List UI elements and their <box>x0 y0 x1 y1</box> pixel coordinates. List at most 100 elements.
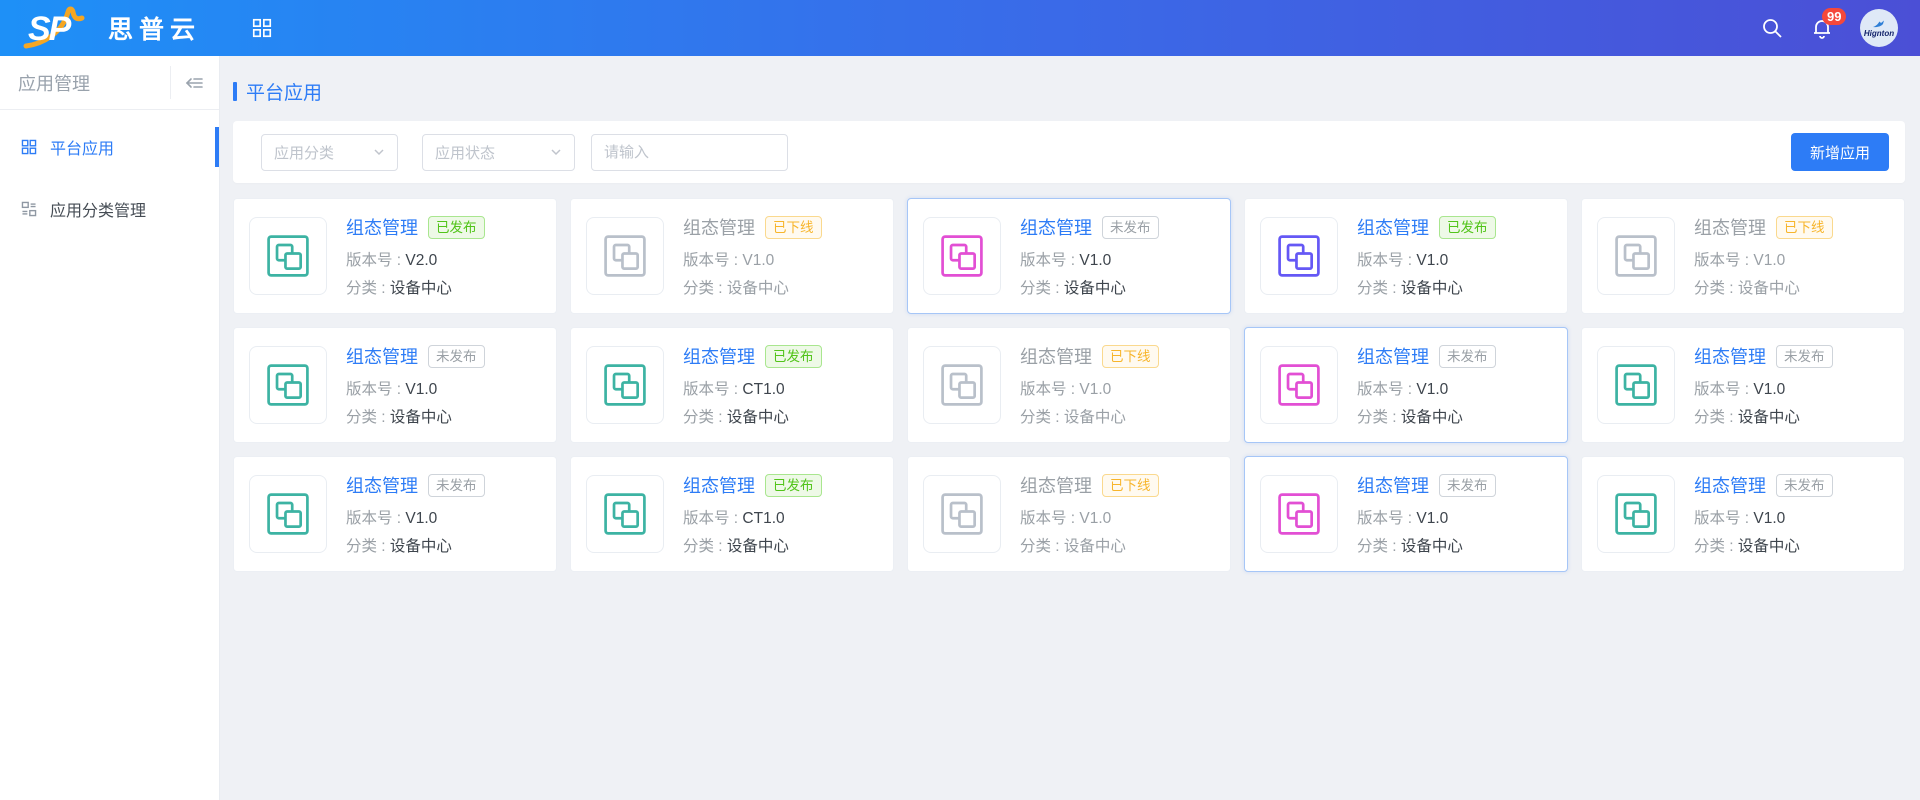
app-scada-icon <box>1609 229 1663 283</box>
app-scada-icon <box>261 487 315 541</box>
category-value: 设备中心 <box>727 409 789 426</box>
app-icon-box <box>923 217 1001 295</box>
app-category-select[interactable]: 应用分类 <box>261 134 398 171</box>
app-icon-box <box>923 346 1001 424</box>
title-accent-bar <box>233 82 237 101</box>
app-card[interactable]: 组态管理 未发布 版本号 : V1.0 分类 : 设备中心 <box>233 456 557 572</box>
category-line: 分类 : 设备中心 <box>1357 534 1496 556</box>
search-icon[interactable] <box>1760 16 1784 40</box>
collapse-sidebar-icon[interactable] <box>183 72 205 94</box>
app-title[interactable]: 组态管理 <box>1357 214 1429 240</box>
app-title[interactable]: 组态管理 <box>1020 214 1092 240</box>
version-value: V1.0 <box>1416 252 1448 269</box>
category-line: 分类 : 设备中心 <box>1020 405 1159 427</box>
version-value: V1.0 <box>405 510 437 527</box>
main-content: 平台应用 应用分类 应用状态 新增应用 <box>220 56 1920 800</box>
version-label: 版本号 : <box>1357 381 1416 398</box>
chevron-down-icon <box>373 146 385 158</box>
category-value: 设备中心 <box>390 538 452 555</box>
app-title[interactable]: 组态管理 <box>1357 472 1429 498</box>
app-title[interactable]: 组态管理 <box>1694 343 1766 369</box>
app-icon-box <box>1260 217 1338 295</box>
category-label: 分类 : <box>683 280 727 297</box>
version-label: 版本号 : <box>683 381 742 398</box>
status-badge: 已发布 <box>1439 216 1496 239</box>
keyword-input[interactable] <box>604 144 775 161</box>
status-badge: 已下线 <box>1102 474 1159 497</box>
app-status-select-placeholder: 应用状态 <box>435 142 495 163</box>
app-status-select[interactable]: 应用状态 <box>422 134 575 171</box>
app-title[interactable]: 组态管理 <box>683 214 755 240</box>
version-label: 版本号 : <box>1020 252 1079 269</box>
category-label: 分类 : <box>346 538 390 555</box>
version-value: CT1.0 <box>742 381 784 398</box>
app-card[interactable]: 组态管理 已发布 版本号 : CT1.0 分类 : 设备中心 <box>570 456 894 572</box>
app-card[interactable]: 组态管理 未发布 版本号 : V1.0 分类 : 设备中心 <box>1244 456 1568 572</box>
app-title[interactable]: 组态管理 <box>683 472 755 498</box>
version-value: V2.0 <box>405 252 437 269</box>
status-badge: 已发布 <box>765 345 822 368</box>
app-category-select-placeholder: 应用分类 <box>274 142 334 163</box>
app-scada-icon <box>1609 487 1663 541</box>
app-card[interactable]: 组态管理 未发布 版本号 : V1.0 分类 : 设备中心 <box>907 198 1231 314</box>
status-badge: 未发布 <box>1439 474 1496 497</box>
category-label: 分类 : <box>1020 409 1064 426</box>
app-title[interactable]: 组态管理 <box>1694 472 1766 498</box>
app-card[interactable]: 组态管理 未发布 版本号 : V1.0 分类 : 设备中心 <box>1581 456 1905 572</box>
app-icon-box <box>586 346 664 424</box>
app-card[interactable]: 组态管理 未发布 版本号 : V1.0 分类 : 设备中心 <box>233 327 557 443</box>
app-scada-icon <box>261 229 315 283</box>
version-label: 版本号 : <box>346 510 405 527</box>
app-card[interactable]: 组态管理 已下线 版本号 : V1.0 分类 : 设备中心 <box>1581 198 1905 314</box>
app-title[interactable]: 组态管理 <box>1020 343 1092 369</box>
sidebar-item-app-category-management[interactable]: 应用分类管理 <box>0 184 219 234</box>
status-badge: 已发布 <box>765 474 822 497</box>
app-card[interactable]: 组态管理 已下线 版本号 : V1.0 分类 : 设备中心 <box>907 456 1231 572</box>
app-card[interactable]: 组态管理 未发布 版本号 : V1.0 分类 : 设备中心 <box>1581 327 1905 443</box>
app-card[interactable]: 组态管理 已发布 版本号 : CT1.0 分类 : 设备中心 <box>570 327 894 443</box>
category-line: 分类 : 设备中心 <box>683 534 822 556</box>
status-badge: 未发布 <box>428 345 485 368</box>
version-line: 版本号 : V1.0 <box>1694 248 1833 270</box>
version-line: 版本号 : V1.0 <box>346 377 485 399</box>
app-title[interactable]: 组态管理 <box>1694 214 1766 240</box>
category-value: 设备中心 <box>1401 280 1463 297</box>
app-icon-box <box>1597 217 1675 295</box>
version-line: 版本号 : V1.0 <box>683 248 822 270</box>
category-value: 设备中心 <box>727 538 789 555</box>
sidebar-title: 应用管理 <box>18 70 183 96</box>
app-title[interactable]: 组态管理 <box>683 343 755 369</box>
category-line: 分类 : 设备中心 <box>346 534 485 556</box>
app-title[interactable]: 组态管理 <box>1357 343 1429 369</box>
app-card[interactable]: 组态管理 已下线 版本号 : V1.0 分类 : 设备中心 <box>570 198 894 314</box>
category-label: 分类 : <box>1694 280 1738 297</box>
version-line: 版本号 : V1.0 <box>346 506 485 528</box>
user-avatar[interactable]: Hignton <box>1860 9 1898 47</box>
category-value: 设备中心 <box>1401 538 1463 555</box>
app-icon-box <box>1260 475 1338 553</box>
sidebar-item-label: 应用分类管理 <box>50 197 146 221</box>
category-line: 分类 : 设备中心 <box>683 405 822 427</box>
category-value: 设备中心 <box>1738 409 1800 426</box>
app-title[interactable]: 组态管理 <box>346 472 418 498</box>
version-label: 版本号 : <box>1694 510 1753 527</box>
app-card[interactable]: 组态管理 已发布 版本号 : V1.0 分类 : 设备中心 <box>1244 198 1568 314</box>
category-label: 分类 : <box>1357 280 1401 297</box>
app-card[interactable]: 组态管理 已下线 版本号 : V1.0 分类 : 设备中心 <box>907 327 1231 443</box>
avatar-brand-text: Hignton <box>1864 29 1894 38</box>
version-line: 版本号 : V1.0 <box>1357 377 1496 399</box>
app-title[interactable]: 组态管理 <box>346 214 418 240</box>
app-title[interactable]: 组态管理 <box>1020 472 1092 498</box>
status-badge: 已发布 <box>428 216 485 239</box>
app-card[interactable]: 组态管理 未发布 版本号 : V1.0 分类 : 设备中心 <box>1244 327 1568 443</box>
notification-bell-icon[interactable]: 99 <box>1810 16 1834 40</box>
app-title[interactable]: 组态管理 <box>346 343 418 369</box>
category-value: 设备中心 <box>1064 538 1126 555</box>
add-app-button[interactable]: 新增应用 <box>1791 133 1889 171</box>
app-icon-box <box>249 346 327 424</box>
apps-grid-icon[interactable] <box>251 17 273 39</box>
app-icon-box <box>249 475 327 553</box>
app-card[interactable]: 组态管理 已发布 版本号 : V2.0 分类 : 设备中心 <box>233 198 557 314</box>
status-badge: 未发布 <box>1776 474 1833 497</box>
sidebar-item-platform-apps[interactable]: 平台应用 <box>0 122 219 172</box>
